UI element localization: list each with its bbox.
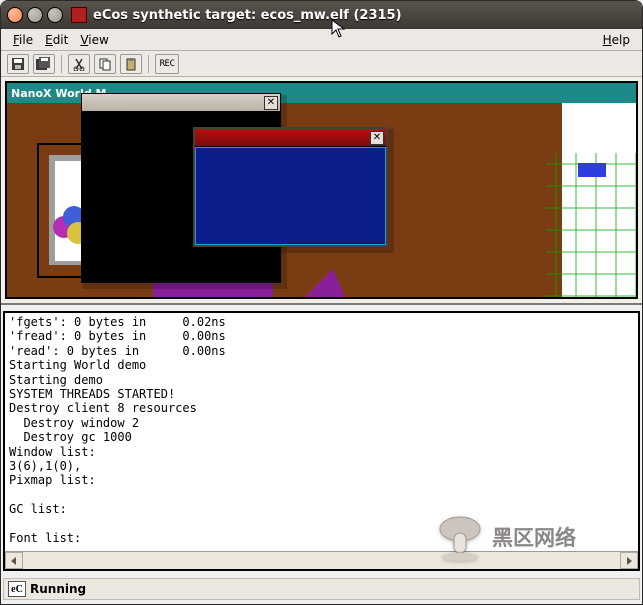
paste-button[interactable]: [120, 54, 142, 74]
copy-button[interactable]: [94, 54, 116, 74]
scroll-right-button[interactable]: [620, 552, 638, 569]
workspace-wrap: NanoX World M: [1, 77, 642, 305]
cut-button[interactable]: [68, 54, 90, 74]
record-button[interactable]: REC: [155, 54, 179, 74]
map-water-patch: [578, 163, 606, 177]
workspace: NanoX World M: [5, 81, 638, 299]
application-window: eCos synthetic target: ecos_mw.elf (2315…: [0, 0, 643, 605]
window-title: eCos synthetic target: ecos_mw.elf (2315…: [93, 8, 636, 23]
toolbar-separator: [61, 55, 62, 73]
console-output[interactable]: 'fgets': 0 bytes in 0.02ns 'fread': 0 by…: [5, 313, 638, 547]
menu-help[interactable]: Help: [597, 31, 636, 49]
toolbar: REC: [1, 51, 642, 77]
app-icon: [71, 7, 87, 23]
close-window-button[interactable]: [7, 7, 23, 23]
mdi-titlebar[interactable]: ✕: [195, 129, 386, 147]
mdi-titlebar[interactable]: ✕: [82, 94, 280, 112]
menubar: File Edit View Help: [1, 29, 642, 51]
purple-triangle: [305, 269, 345, 297]
save-all-button[interactable]: [33, 54, 55, 74]
minimize-window-button[interactable]: [27, 7, 43, 23]
window-controls: [7, 7, 63, 23]
save-button[interactable]: [7, 54, 29, 74]
titlebar: eCos synthetic target: ecos_mw.elf (2315…: [1, 1, 642, 29]
status-icon: eC: [8, 581, 26, 597]
scrollbar-track[interactable]: [23, 552, 620, 569]
close-icon[interactable]: ✕: [264, 96, 278, 110]
console-pane: 'fgets': 0 bytes in 0.02ns 'fread': 0 by…: [3, 311, 640, 571]
status-text: Running: [30, 582, 86, 596]
close-icon[interactable]: ✕: [370, 131, 384, 145]
menu-view[interactable]: View: [74, 31, 114, 49]
mdi-body-blue: [195, 147, 386, 245]
mdi-window-blue[interactable]: ✕: [193, 127, 388, 247]
map-panel: ✕ ✕: [7, 103, 636, 297]
menu-file[interactable]: File: [7, 31, 39, 49]
menu-edit[interactable]: Edit: [39, 31, 74, 49]
toolbar-separator: [148, 55, 149, 73]
scroll-left-button[interactable]: [5, 552, 23, 569]
maximize-window-button[interactable]: [47, 7, 63, 23]
horizontal-scrollbar[interactable]: [5, 551, 638, 569]
statusbar: eC Running: [3, 578, 640, 600]
